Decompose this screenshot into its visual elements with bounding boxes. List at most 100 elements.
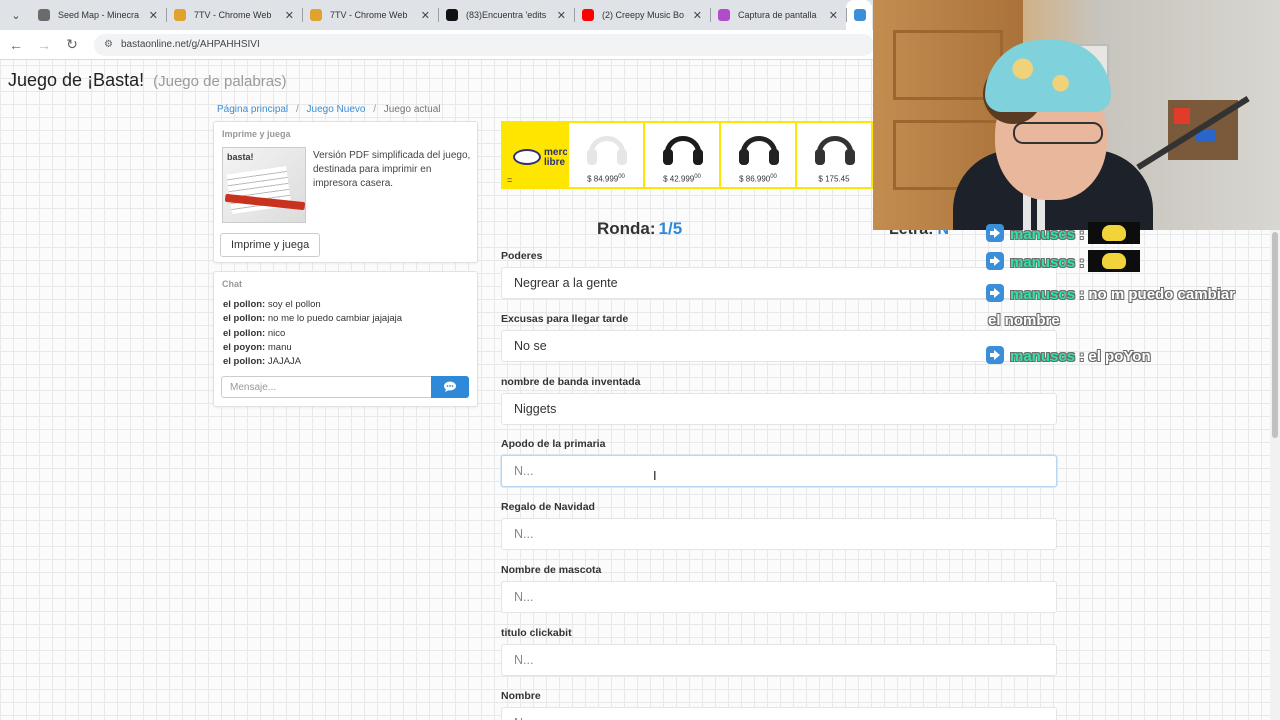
handshake-icon <box>513 149 541 165</box>
stream-chat-text: : <box>1079 226 1085 243</box>
stream-chat-username: manuscs <box>1010 286 1076 303</box>
round-indicator: Ronda: 1/5 <box>597 219 682 239</box>
stream-chat-message: manuscs : <box>986 250 1141 272</box>
chat-message-author: el pollon: <box>223 327 266 339</box>
stream-chat-message: manuscs : no m puedo cambiar <box>986 284 1235 303</box>
ad-price-value: $ 84.999 <box>587 175 619 184</box>
breadcrumb: Página principal / Juego Nuevo / Juego a… <box>217 104 441 115</box>
category-answer-input[interactable] <box>501 518 1057 551</box>
chat-message-author: el pollon: <box>223 299 266 310</box>
tab-title: Seed Map - Minecra <box>58 10 140 20</box>
ad-product[interactable]: $ 86.99000 <box>719 123 795 187</box>
category-answer-input[interactable] <box>501 329 1057 362</box>
tab-close-icon[interactable]: ✕ <box>421 9 430 22</box>
toy <box>1174 108 1190 124</box>
ad-product[interactable]: $ 84.99900 <box>567 123 643 187</box>
chat-messages: el pollon: soy el pollon el pollon: no me… <box>223 298 402 369</box>
chat-message: el pollon: no me lo puedo cambiar jajaja… <box>223 312 402 326</box>
chat-message-text: soy el pollon <box>267 299 321 310</box>
tab-search-chevron-icon[interactable]: ⌄ <box>6 5 26 25</box>
ad-price-cents: 00 <box>694 174 701 181</box>
address-bar[interactable]: ⚙ bastaonline.net/g/AHPAHHSIVI <box>94 33 874 56</box>
tab-favicon-icon <box>854 9 866 21</box>
text-cursor-icon: I <box>653 468 657 483</box>
chat-message: el pollon: JAJAJA <box>223 355 402 369</box>
ad-price-cents: 00 <box>770 174 777 181</box>
tab-favicon-icon <box>582 9 594 21</box>
browser-tab[interactable]: Captura de pantalla ✕ <box>710 0 846 30</box>
page-title: Juego de ¡Basta! (Juego de palabras) <box>8 70 287 91</box>
chat-message-author: el poyon: <box>223 341 266 353</box>
stream-chat-username: manuscs <box>1010 254 1076 271</box>
stream-chat-message: manuscs : el poYon <box>986 346 1151 365</box>
back-arrow-icon[interactable]: ← <box>4 33 28 57</box>
chat-send-button[interactable] <box>431 376 469 398</box>
tab-title: (83)Encuentra 'edits <box>466 10 547 20</box>
chat-message-author: el pollon: <box>223 356 266 368</box>
category-answer-input[interactable] <box>501 267 1057 299</box>
browser-tab[interactable]: Seed Map - Minecra ✕ <box>30 0 166 30</box>
stream-chat-text: : no m puedo cambiar <box>1079 286 1236 303</box>
browser-tab[interactable]: (2) Creepy Music Bo ✕ <box>574 0 710 30</box>
round-label: Ronda: <box>597 219 656 238</box>
page-subtitle: (Juego de palabras) <box>153 73 287 90</box>
tab-close-icon[interactable]: ✕ <box>829 9 838 22</box>
print-panel-heading: Imprime y juega <box>222 129 291 139</box>
tab-close-icon[interactable]: ✕ <box>149 9 158 22</box>
tab-favicon-icon <box>718 9 730 21</box>
breadcrumb-new-game-link[interactable]: Juego Nuevo <box>307 104 366 115</box>
browser-tab[interactable]: (83)Encuentra 'edits ✕ <box>438 0 574 30</box>
ad-price: $ 42.99900 <box>645 174 719 184</box>
category-answer-input[interactable] <box>501 392 1057 425</box>
speech-bubble-icon <box>444 381 456 392</box>
category-answer-input[interactable] <box>501 706 1057 720</box>
forward-arrow-icon[interactable]: → <box>32 33 56 57</box>
tab-close-icon[interactable]: ✕ <box>557 9 566 22</box>
stream-chat-text: : el poYon <box>1079 348 1151 365</box>
chat-message: el poyon: manu <box>223 341 402 355</box>
ad-product[interactable]: $ 175.45 <box>795 123 871 187</box>
chat-message-text: manu <box>267 341 292 353</box>
tab-favicon-icon <box>446 9 458 21</box>
tab-close-icon[interactable]: ✕ <box>285 9 294 22</box>
category-answer-input[interactable] <box>501 455 1057 488</box>
streamer-glasses <box>1013 122 1103 144</box>
breadcrumb-home-link[interactable]: Página principal <box>217 104 288 115</box>
reload-icon[interactable]: ↻ <box>60 33 84 57</box>
category-answer-input[interactable] <box>501 643 1057 676</box>
page-scrollbar-thumb[interactable] <box>1272 232 1278 438</box>
tab-title: Captura de pantalla <box>738 10 817 20</box>
chat-message-text: nico <box>267 327 286 339</box>
browser-tab[interactable]: ¡ <box>846 0 872 30</box>
ad-banner[interactable]: mercado libre = $ 84.99900 $ 42.99900 $ 86… <box>501 121 873 189</box>
category-label: Excusas para llegar tarde <box>501 312 629 325</box>
ad-choices-mark[interactable]: = <box>507 175 512 185</box>
mercado-libre-logo[interactable]: mercado libre = <box>503 123 586 187</box>
headphones-icon <box>815 136 855 165</box>
minion-emote-icon <box>1088 250 1141 272</box>
ad-price: $ 175.45 <box>797 174 871 184</box>
browser-tab[interactable]: 7TV - Chrome Web ✕ <box>166 0 302 30</box>
stream-chat-username: manuscs <box>1010 226 1076 243</box>
category-label: titulo clickabit <box>501 626 572 639</box>
ad-price-value: $ 42.999 <box>663 175 695 184</box>
browser-tab[interactable]: 7TV - Chrome Web ✕ <box>302 0 438 30</box>
chat-message-input[interactable] <box>221 376 432 398</box>
category-label: Nombre <box>501 689 541 702</box>
thumbnail-logo: basta! <box>227 152 254 162</box>
chat-message-author: el pollon: <box>223 313 266 325</box>
page-title-text: Juego de ¡Basta! <box>8 70 145 90</box>
breadcrumb-separator: / <box>295 104 299 115</box>
ad-product[interactable]: $ 42.99900 <box>643 123 719 187</box>
ad-price-value: $ 175.45 <box>818 175 850 184</box>
chat-badge-icon <box>986 346 1004 364</box>
print-and-play-button[interactable]: Imprime y juega <box>220 233 321 257</box>
site-info-icon[interactable]: ⚙ <box>104 39 113 50</box>
chat-message: el pollon: nico <box>223 327 402 341</box>
webcam-overlay <box>873 0 1280 230</box>
print-thumbnail-image[interactable]: basta! <box>222 147 306 223</box>
category-answer-input[interactable] <box>501 581 1057 613</box>
stream-chat-message: manuscs : <box>986 222 1141 244</box>
tab-close-icon[interactable]: ✕ <box>693 9 702 22</box>
chat-message-text: JAJAJA <box>267 356 302 368</box>
